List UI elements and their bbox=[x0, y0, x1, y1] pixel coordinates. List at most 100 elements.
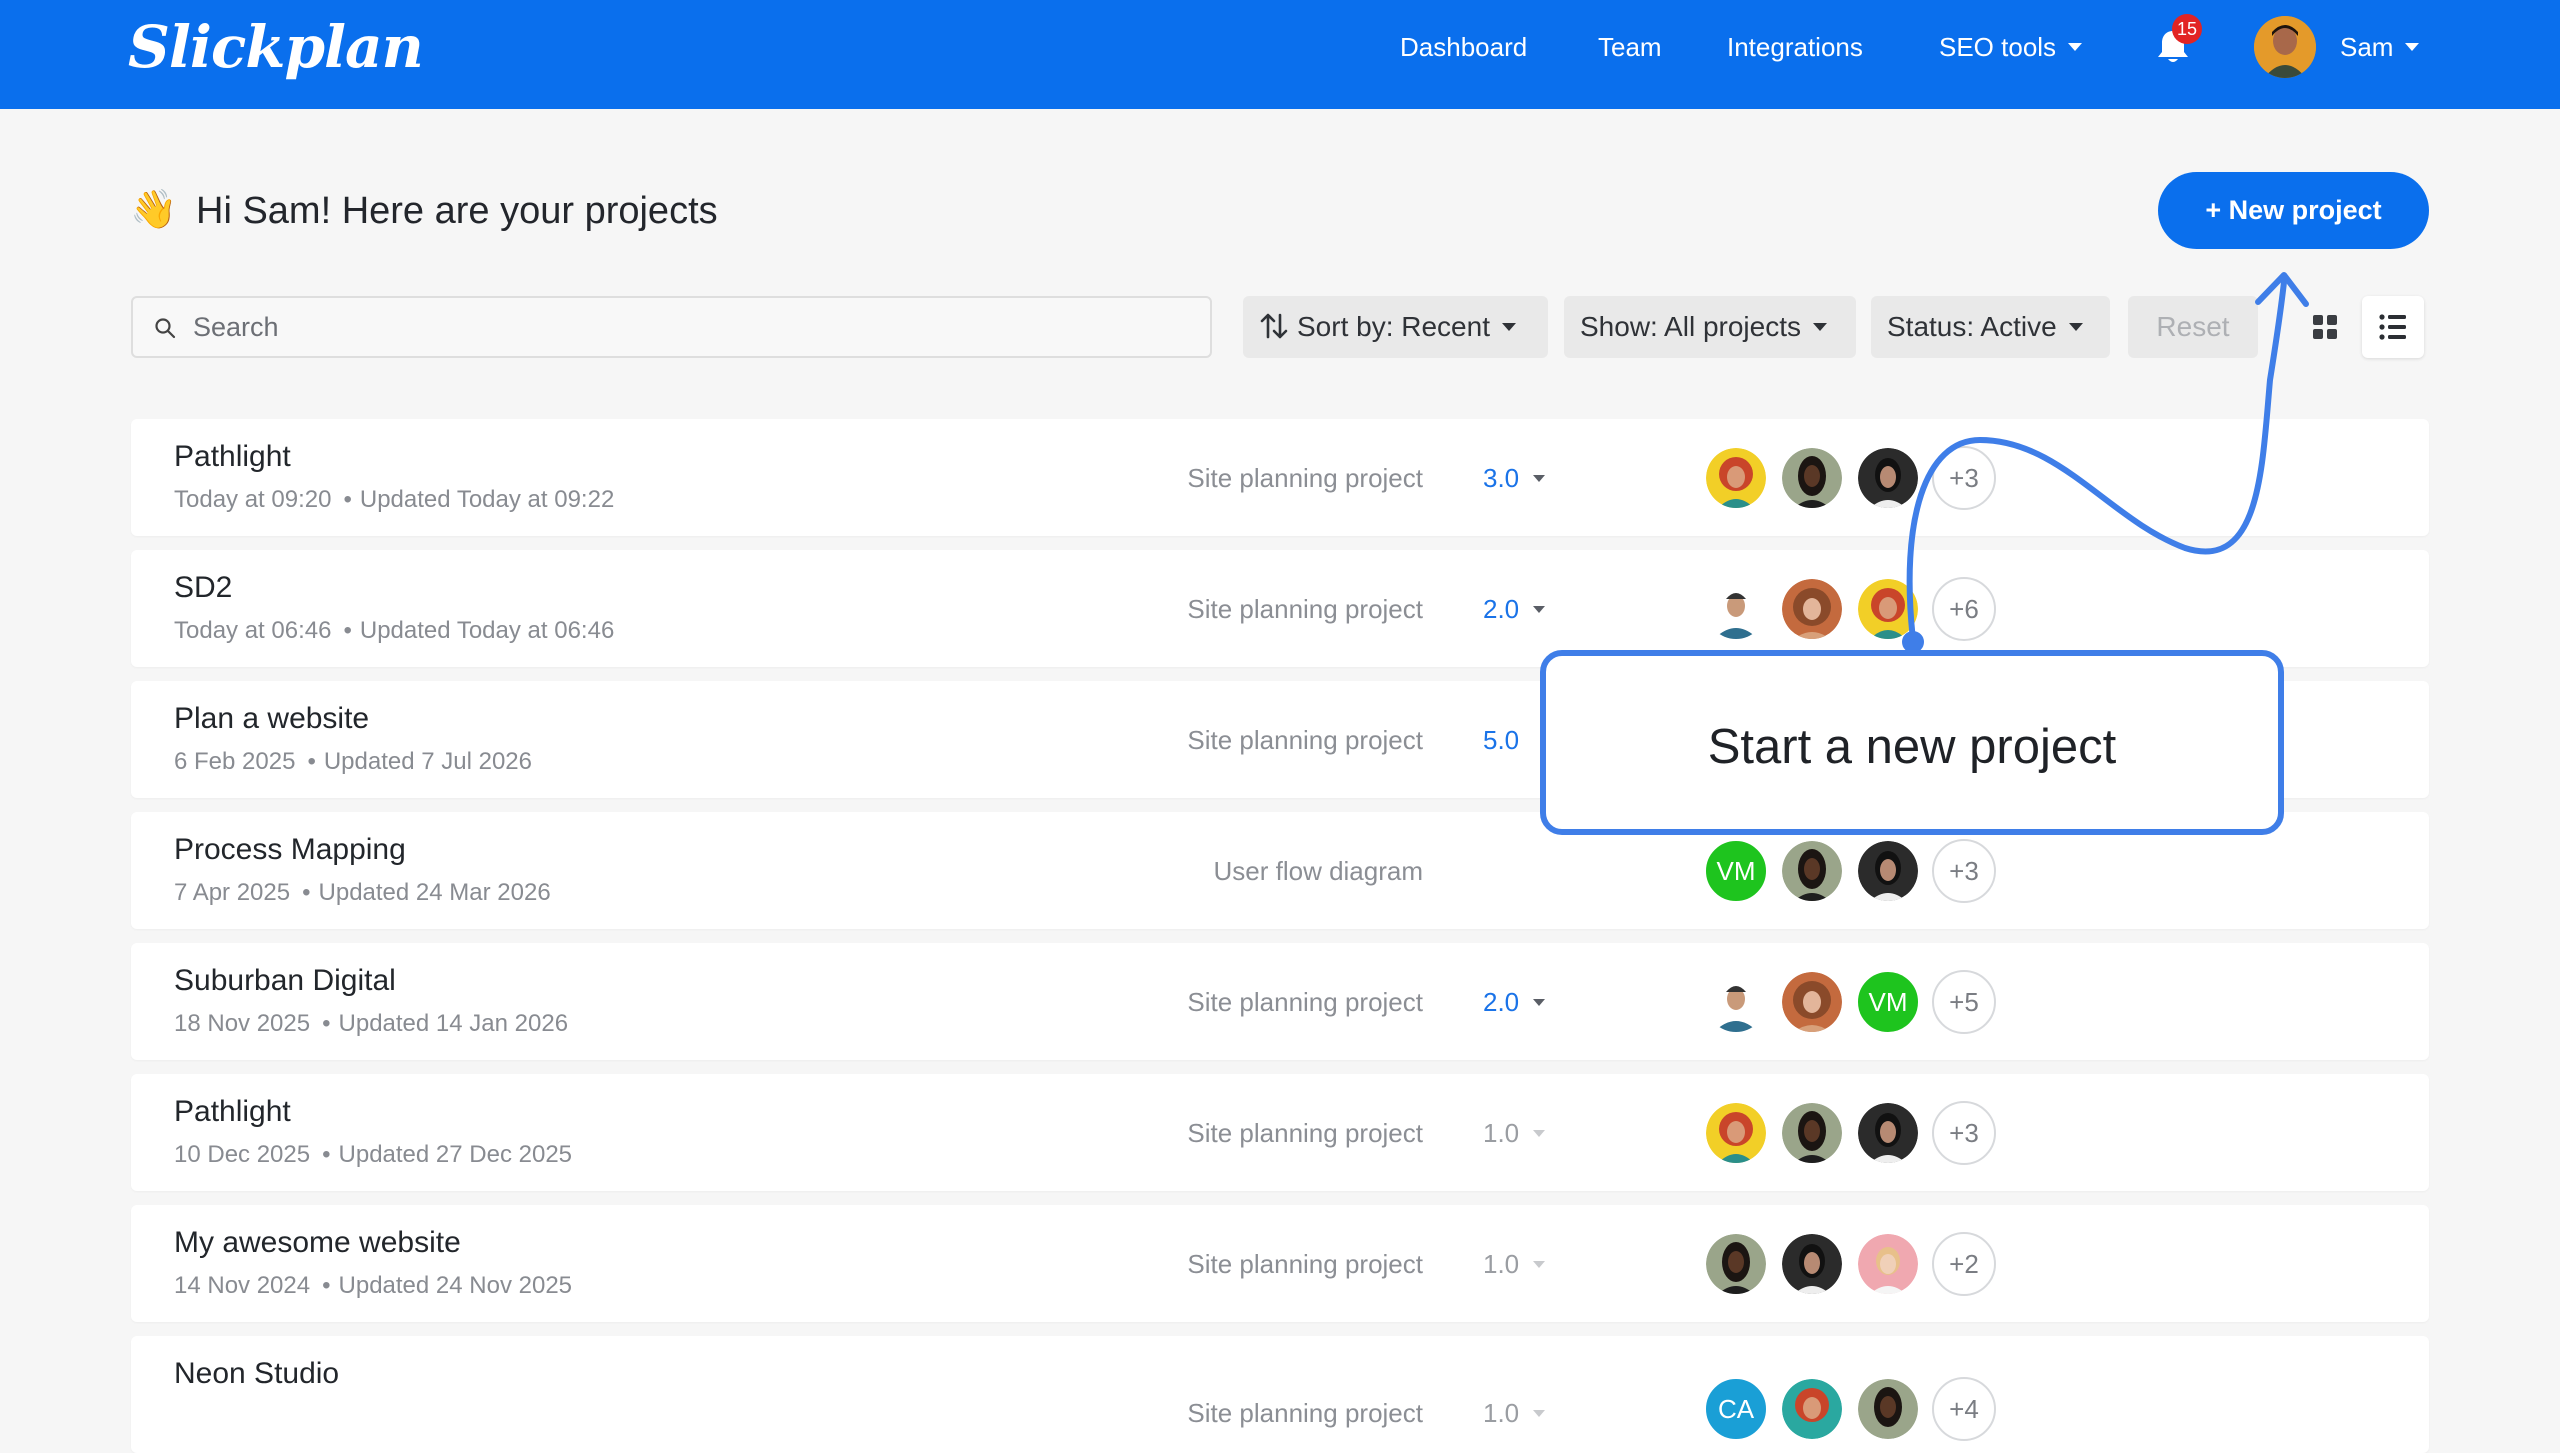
project-row[interactable]: Suburban Digital 18 Nov 2025 • Updated 14 … bbox=[131, 943, 2429, 1060]
version-label: 1.0 bbox=[1483, 1118, 1520, 1148]
person-photo-icon bbox=[1782, 1103, 1842, 1163]
new-project-button[interactable]: + New project bbox=[2158, 172, 2429, 249]
sort-label: Sort by: Recent bbox=[1297, 311, 1490, 342]
top-navigation-bar: Slickplan Dashboard Team Integrations SE… bbox=[0, 0, 2560, 109]
user-avatar[interactable] bbox=[2254, 16, 2316, 78]
user-menu[interactable]: Sam bbox=[2340, 30, 2420, 64]
user-photo-icon bbox=[2254, 16, 2316, 78]
version-dropdown[interactable]: 1.0 bbox=[1483, 1116, 1546, 1150]
project-dates: 14 Nov 2024 • Updated 24 Nov 2025 bbox=[174, 1272, 573, 1299]
project-name[interactable]: Suburban Digital bbox=[174, 962, 396, 1000]
user-name: Sam bbox=[2340, 32, 2394, 62]
version-label: 3.0 bbox=[1483, 463, 1520, 493]
updated-date: Updated Today at 06:46 bbox=[359, 617, 615, 644]
project-type: Site planning project bbox=[1187, 1118, 1423, 1148]
person-photo-icon bbox=[1706, 972, 1766, 1032]
project-row[interactable]: My awesome website 14 Nov 2024 • Updated 2… bbox=[131, 1205, 2429, 1322]
created-date: 14 Nov 2024 bbox=[174, 1272, 311, 1299]
avatar[interactable] bbox=[1856, 577, 1920, 641]
start-new-project-callout: Start a new project bbox=[1540, 650, 2284, 835]
more-collaborators-badge[interactable]: +6 bbox=[1932, 577, 1996, 641]
project-dates: 18 Nov 2025 • Updated 14 Jan 2026 bbox=[174, 1010, 569, 1037]
version-dropdown[interactable]: 5.0 bbox=[1483, 723, 1519, 757]
person-photo-icon bbox=[1858, 579, 1918, 639]
avatar[interactable] bbox=[1780, 839, 1844, 903]
avatar[interactable] bbox=[1856, 1101, 1920, 1165]
person-photo-icon bbox=[1782, 1379, 1842, 1439]
avatar[interactable] bbox=[1780, 1232, 1844, 1296]
avatar[interactable] bbox=[1780, 1101, 1844, 1165]
avatar[interactable] bbox=[1856, 1377, 1920, 1441]
search-input[interactable] bbox=[193, 298, 1193, 356]
person-photo-icon bbox=[1706, 1234, 1766, 1294]
more-collaborators-badge[interactable]: +3 bbox=[1932, 1101, 1996, 1165]
page-title: Hi Sam! Here are your projects bbox=[196, 190, 718, 232]
project-dates: 7 Apr 2025 • Updated 24 Mar 2026 bbox=[174, 879, 551, 906]
person-photo-icon bbox=[1782, 841, 1842, 901]
project-name[interactable]: SD2 bbox=[174, 569, 232, 607]
person-photo-icon bbox=[1782, 579, 1842, 639]
more-collaborators-badge[interactable]: +5 bbox=[1932, 970, 1996, 1034]
avatar-initials[interactable]: VM bbox=[1704, 839, 1768, 903]
avatar[interactable] bbox=[1704, 970, 1768, 1034]
status-filter-dropdown[interactable]: Status: Active bbox=[1871, 296, 2110, 358]
avatar[interactable] bbox=[1780, 1377, 1844, 1441]
chevron-down-icon bbox=[1533, 474, 1546, 482]
version-dropdown[interactable]: 2.0 bbox=[1483, 592, 1546, 626]
project-name[interactable]: Pathlight bbox=[174, 438, 291, 476]
chevron-down-icon bbox=[1533, 998, 1546, 1006]
chevron-down-icon bbox=[2405, 43, 2420, 52]
avatar[interactable] bbox=[1704, 446, 1768, 510]
project-name[interactable]: Process Mapping bbox=[174, 831, 406, 869]
reset-button[interactable]: Reset bbox=[2128, 296, 2258, 358]
chevron-down-icon bbox=[1533, 1409, 1546, 1417]
nav-team[interactable]: Team bbox=[1598, 30, 1662, 64]
sort-dropdown[interactable]: Sort by: Recent bbox=[1243, 296, 1548, 358]
version-dropdown[interactable]: 2.0 bbox=[1483, 985, 1546, 1019]
project-row[interactable]: Pathlight 10 Dec 2025 • Updated 27 Dec 202… bbox=[131, 1074, 2429, 1191]
nav-seo-tools[interactable]: SEO tools bbox=[1939, 30, 2083, 64]
show-filter-label: Show: All projects bbox=[1580, 311, 1801, 342]
more-collaborators-badge[interactable]: +3 bbox=[1932, 839, 1996, 903]
version-dropdown[interactable]: 1.0 bbox=[1483, 1247, 1546, 1281]
version-dropdown[interactable]: 1.0 bbox=[1483, 1396, 1546, 1430]
avatar[interactable] bbox=[1856, 446, 1920, 510]
show-filter-dropdown[interactable]: Show: All projects bbox=[1564, 296, 1856, 358]
avatar[interactable] bbox=[1704, 1232, 1768, 1296]
avatar[interactable] bbox=[1780, 970, 1844, 1034]
project-dates: Today at 09:20 • Updated Today at 09:22 bbox=[174, 486, 615, 513]
project-name[interactable]: Pathlight bbox=[174, 1093, 291, 1131]
person-photo-icon bbox=[1706, 448, 1766, 508]
version-dropdown[interactable]: 3.0 bbox=[1483, 461, 1546, 495]
avatar-initials[interactable]: CA bbox=[1704, 1377, 1768, 1441]
avatar[interactable] bbox=[1856, 839, 1920, 903]
chevron-down-icon bbox=[1813, 322, 1827, 331]
created-date: Today at 06:46 bbox=[174, 617, 332, 644]
list-view-toggle[interactable] bbox=[2362, 296, 2424, 358]
slickplan-logo[interactable]: Slickplan bbox=[128, 12, 424, 82]
project-name[interactable]: Plan a website bbox=[174, 700, 369, 738]
nav-dashboard[interactable]: Dashboard bbox=[1400, 30, 1527, 64]
updated-date: Updated Today at 09:22 bbox=[359, 486, 615, 513]
avatar-initials[interactable]: VM bbox=[1856, 970, 1920, 1034]
person-photo-icon bbox=[1782, 448, 1842, 508]
project-row[interactable]: Neon Studio Site planning project 1.0 CA… bbox=[131, 1336, 2429, 1453]
project-type: Site planning project bbox=[1187, 725, 1423, 755]
search-box[interactable] bbox=[131, 296, 1212, 358]
avatar[interactable] bbox=[1780, 446, 1844, 510]
avatar[interactable] bbox=[1780, 577, 1844, 641]
avatar[interactable] bbox=[1704, 577, 1768, 641]
project-row[interactable]: Pathlight Today at 09:20 • Updated Today a… bbox=[131, 419, 2429, 536]
grid-view-icon bbox=[2313, 315, 2337, 339]
project-name[interactable]: My awesome website bbox=[174, 1224, 461, 1262]
project-name[interactable]: Neon Studio bbox=[174, 1355, 339, 1393]
avatar[interactable] bbox=[1704, 1101, 1768, 1165]
more-collaborators-badge[interactable]: +2 bbox=[1932, 1232, 1996, 1296]
more-collaborators-badge[interactable]: +3 bbox=[1932, 446, 1996, 510]
project-dates: 10 Dec 2025 • Updated 27 Dec 2025 bbox=[174, 1141, 573, 1168]
avatar[interactable] bbox=[1856, 1232, 1920, 1296]
nav-integrations[interactable]: Integrations bbox=[1727, 30, 1863, 64]
person-photo-icon bbox=[1858, 1103, 1918, 1163]
more-collaborators-badge[interactable]: +4 bbox=[1932, 1377, 1996, 1441]
grid-view-toggle[interactable] bbox=[2294, 296, 2356, 358]
